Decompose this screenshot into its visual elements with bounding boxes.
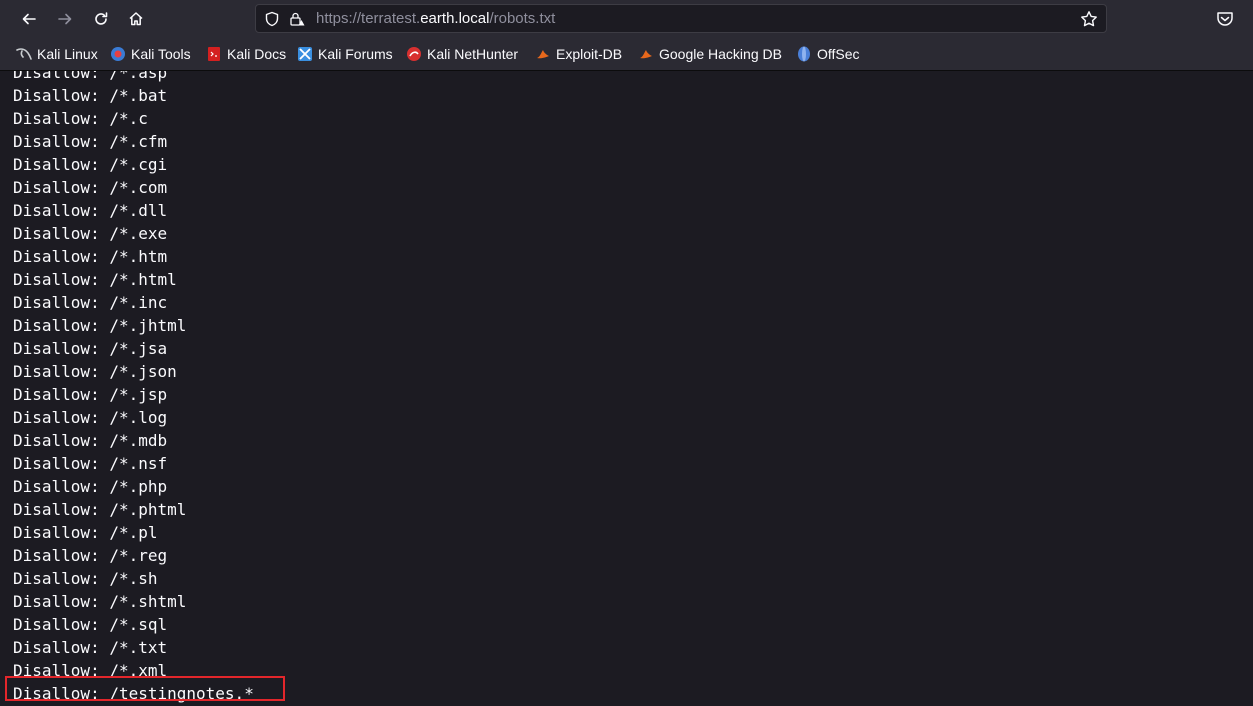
home-icon [129,12,143,26]
robots-txt-content: Disallow: /*.asp Disallow: /*.bat Disallow… [13,71,254,705]
reload-button[interactable] [87,5,115,33]
navigation-toolbar: https://terratest.earth.local/robots.txt [0,0,1253,38]
bookmark-label: Exploit-DB [556,46,623,62]
bookmark-label: Kali Forums [318,46,393,62]
robots-line: Disallow: /*.nsf [13,454,168,473]
robots-line: Disallow: /*.mdb [13,431,168,450]
robots-line: Disallow: /*.bat [13,86,168,105]
bookmarks-toolbar: Kali Linux Kali Tools Kali Docs Kali For… [0,41,1253,67]
bookmark-kali-docs[interactable]: Kali Docs [206,44,286,64]
robots-line: Disallow: /*.txt [13,638,168,657]
robots-line: Disallow: /*.htm [13,247,168,266]
kali-docs-icon [208,47,220,61]
robots-line: Disallow: /*.dll [13,201,168,220]
forward-arrow-icon [58,13,72,25]
robots-line: Disallow: /*.cgi [13,155,168,174]
shield-icon[interactable] [264,11,280,27]
kali-nethunter-icon [407,47,421,61]
page-content: Disallow: /*.asp Disallow: /*.bat Disallow… [0,71,1253,706]
bookmark-label: Kali Linux [37,46,98,62]
robots-line: Disallow: /*.phtml [13,500,187,519]
robots-line: Disallow: /*.jsa [13,339,168,358]
robots-line: Disallow: /*.html [13,270,177,289]
robots-line: Disallow: /*.shtml [13,592,187,611]
robots-line: Disallow: /testingnotes.* [13,684,254,703]
kali-tools-icon [111,47,125,61]
robots-line: Disallow: /*.c [13,109,148,128]
bookmark-label: Kali NetHunter [427,46,519,62]
exploit-db-icon [537,50,549,59]
url-host: earth.local [420,10,490,27]
robots-line: Disallow: /*.sh [13,569,158,588]
bookmark-star-icon[interactable] [1080,10,1098,28]
robots-line: Disallow: /*.jhtml [13,316,187,335]
robots-line: Disallow: /*.com [13,178,168,197]
url-path: /robots.txt [489,10,556,27]
bookmark-exploit-db[interactable]: Exploit-DB [535,44,622,64]
robots-line: Disallow: /*.exe [13,224,168,243]
url-text[interactable]: https://terratest.earth.local/robots.txt [316,10,555,27]
address-bar[interactable]: https://terratest.earth.local/robots.txt [255,4,1107,33]
robots-line: Disallow: /*.xml [13,661,168,680]
bookmark-label: Google Hacking DB [659,46,782,62]
forward-button[interactable] [51,5,79,33]
browser-chrome: https://terratest.earth.local/robots.txt… [0,0,1253,71]
lock-warning-icon[interactable] [289,11,305,27]
robots-line: Disallow: /*.json [13,362,177,381]
home-button[interactable] [122,5,150,33]
bookmark-kali-forums[interactable]: Kali Forums [297,44,393,64]
bookmark-label: Kali Tools [131,46,191,62]
bookmark-label: Kali Docs [227,46,287,62]
pocket-icon[interactable] [1215,9,1235,29]
bookmark-kali-nethunter[interactable]: Kali NetHunter [406,44,518,64]
back-button[interactable] [15,5,43,33]
back-arrow-icon [22,13,36,25]
bookmark-google-hacking-db[interactable]: Google Hacking DB [638,44,782,64]
bookmark-offsec[interactable]: OffSec [796,44,860,64]
robots-line: Disallow: /*.inc [13,293,168,312]
robots-line: Disallow: /*.reg [13,546,168,565]
reload-icon [95,12,108,25]
google-hacking-db-icon [640,50,652,59]
robots-line: Disallow: /*.sql [13,615,168,634]
bookmark-label: OffSec [817,46,860,62]
kali-linux-icon [16,48,32,60]
robots-line: Disallow: /*.cfm [13,132,168,151]
robots-line: Disallow: /*.php [13,477,168,496]
robots-line: Disallow: /*.log [13,408,168,427]
kali-forums-icon [298,47,312,61]
bookmark-kali-linux[interactable]: Kali Linux [16,44,98,64]
url-prefix: https://terratest. [316,10,421,27]
robots-line: Disallow: /*.jsp [13,385,168,404]
offsec-icon [798,46,810,62]
robots-line: Disallow: /*.asp [13,71,168,82]
bookmark-kali-tools[interactable]: Kali Tools [110,44,191,64]
robots-line: Disallow: /*.pl [13,523,158,542]
